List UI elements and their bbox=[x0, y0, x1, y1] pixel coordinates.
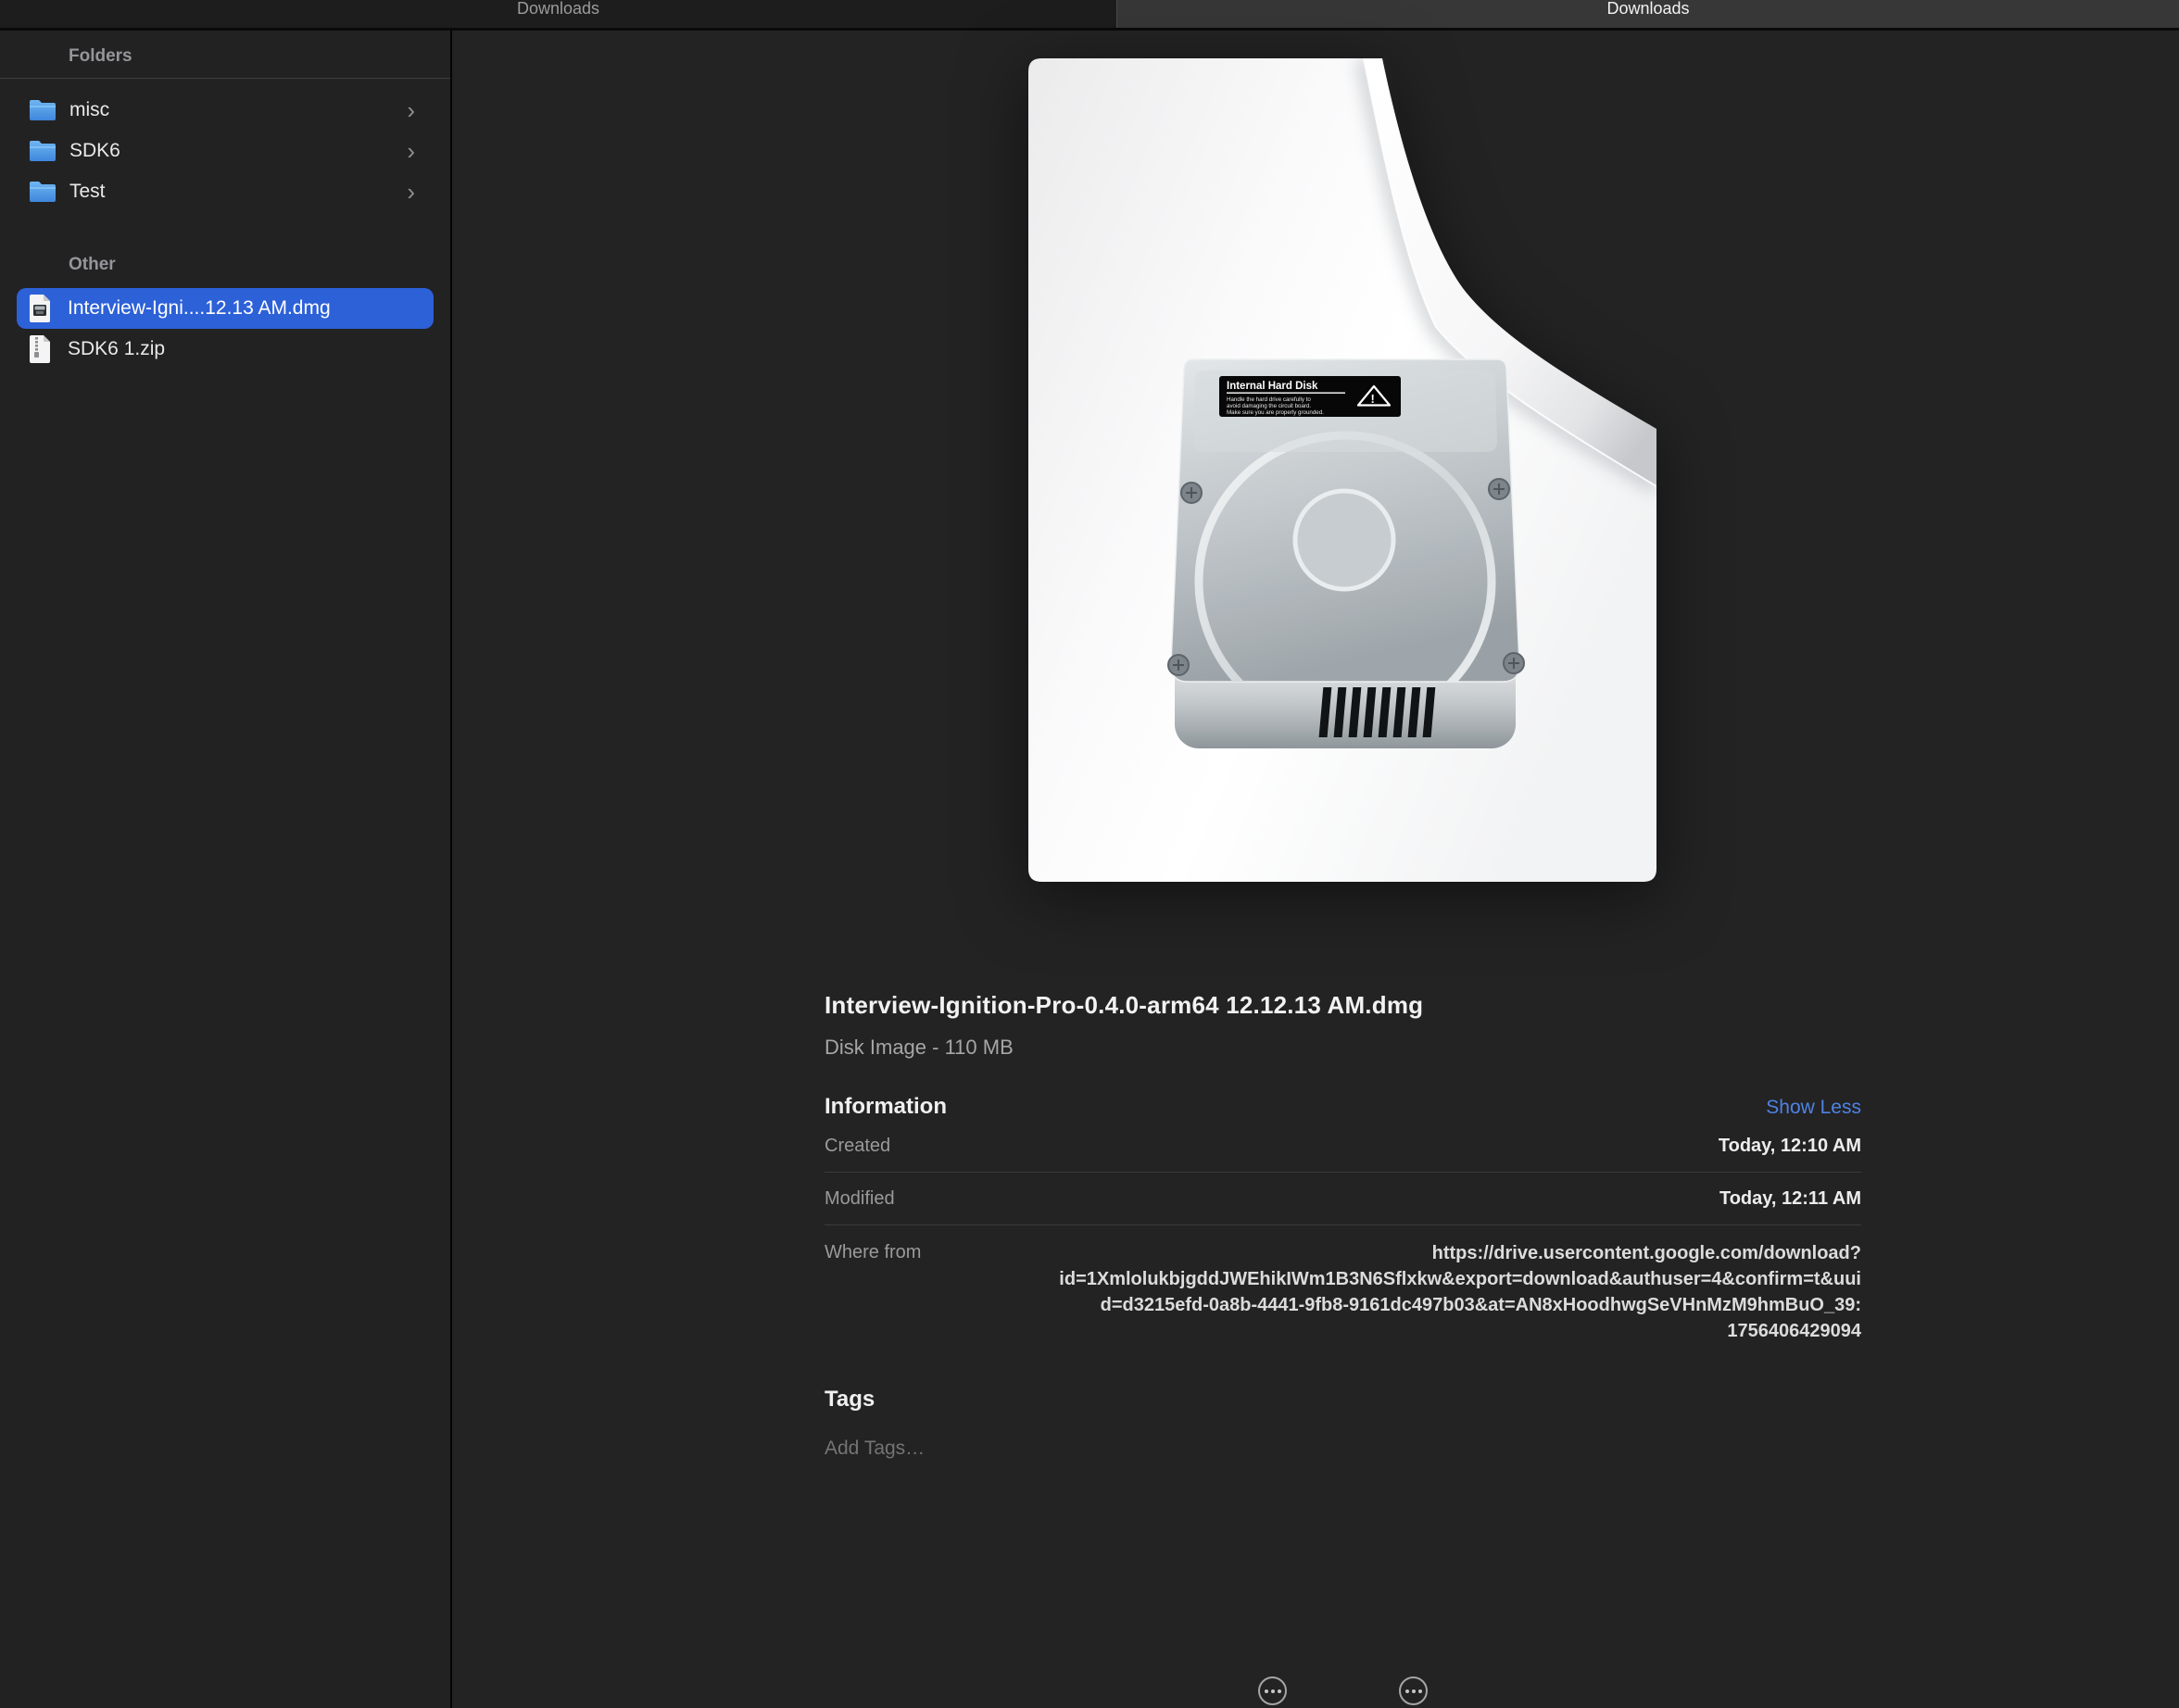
chevron-right-icon[interactable]: › bbox=[407, 101, 422, 119]
url-line: https://drive.usercontent.google.com/dow… bbox=[1059, 1240, 1861, 1266]
chevron-right-icon[interactable]: › bbox=[407, 182, 422, 201]
url-line: 1756406429094 bbox=[1059, 1318, 1861, 1344]
show-less-link[interactable]: Show Less bbox=[1766, 1097, 1861, 1119]
information-header: Information bbox=[825, 1094, 947, 1120]
url-line: d=d3215efd-0a8b-4441-9fb8-9161dc497b03&a… bbox=[1059, 1292, 1861, 1318]
dmg-preview-graphic: Internal Hard Disk Handle the hard drive… bbox=[1028, 58, 1656, 882]
info-label: Modified bbox=[825, 1188, 895, 1210]
ellipsis-icon bbox=[1271, 1689, 1275, 1693]
tab-label: Downloads bbox=[1606, 0, 1689, 19]
more-options-button[interactable] bbox=[1258, 1677, 1287, 1705]
sidebar-item-label: SDK6 bbox=[69, 140, 120, 162]
disk-label-line: Handle the hard drive carefully to bbox=[1227, 396, 1311, 403]
info-row-created: Created Today, 12:10 AM bbox=[825, 1120, 1861, 1173]
sidebar-item-label: Test bbox=[69, 181, 106, 203]
sidebar-item-test[interactable]: Test › bbox=[17, 171, 434, 212]
tab-downloads-inactive[interactable]: Downloads bbox=[0, 0, 1116, 28]
info-value: Today, 12:10 AM bbox=[1719, 1136, 1861, 1157]
disk-label-line: Make sure you are properly grounded. bbox=[1227, 409, 1324, 416]
zip-file-icon bbox=[28, 334, 52, 364]
disk-label-title: Internal Hard Disk bbox=[1227, 381, 1318, 392]
hard-disk-icon: Internal Hard Disk Handle the hard drive… bbox=[1168, 359, 1524, 748]
info-row-modified: Modified Today, 12:11 AM bbox=[825, 1173, 1861, 1225]
file-kind-size: Disk Image - 110 MB bbox=[825, 1036, 1861, 1060]
folder-icon bbox=[28, 98, 57, 122]
chevron-right-icon[interactable]: › bbox=[407, 142, 422, 160]
url-line: id=1XmlolukbjgddJWEhikIWm1B3N6Sflxkw&exp… bbox=[1059, 1266, 1861, 1292]
tab-downloads-active[interactable]: Downloads bbox=[1116, 0, 2179, 28]
dmg-file-icon bbox=[28, 294, 52, 323]
sidebar-section-other: Other bbox=[0, 212, 450, 288]
info-value: Today, 12:11 AM bbox=[1719, 1188, 1861, 1210]
disk-warning-label: Internal Hard Disk Handle the hard drive… bbox=[1219, 376, 1401, 417]
tags-header: Tags bbox=[825, 1387, 1861, 1413]
ellipsis-icon bbox=[1405, 1689, 1409, 1693]
finder-quicklook-window: { "window": { "tabs": [ { "label": "Down… bbox=[0, 0, 2179, 1708]
folder-icon bbox=[28, 139, 57, 163]
file-details: Interview-Ignition-Pro-0.4.0-arm64 12.12… bbox=[825, 991, 1861, 1460]
sidebar-item-label: Interview-Igni....12.13 AM.dmg bbox=[68, 297, 331, 320]
sidebar-section-folders: Folders bbox=[0, 31, 450, 78]
warning-exclamation: ! bbox=[1371, 392, 1375, 406]
sidebar-item-label: SDK6 1.zip bbox=[68, 338, 165, 360]
where-from-url[interactable]: https://drive.usercontent.google.com/dow… bbox=[1059, 1240, 1861, 1344]
tab-label: Downloads bbox=[517, 0, 599, 19]
info-row-where-from: Where from https://drive.usercontent.goo… bbox=[825, 1225, 1861, 1344]
sidebar-item-dmg-selected[interactable]: Interview-Igni....12.13 AM.dmg bbox=[17, 288, 434, 329]
sidebar-item-label: misc bbox=[69, 99, 109, 121]
file-preview-thumbnail[interactable]: Internal Hard Disk Handle the hard drive… bbox=[1028, 58, 1656, 882]
tab-bar: Downloads Downloads bbox=[0, 0, 2179, 31]
ellipsis-icon bbox=[1278, 1689, 1281, 1693]
info-label: Created bbox=[825, 1136, 890, 1157]
ellipsis-icon bbox=[1412, 1689, 1416, 1693]
sidebar-item-sdk6[interactable]: SDK6 › bbox=[17, 131, 434, 171]
sidebar-item-zip[interactable]: SDK6 1.zip bbox=[17, 329, 434, 370]
sidebar-item-misc[interactable]: misc › bbox=[17, 90, 434, 131]
ellipsis-icon bbox=[1265, 1689, 1268, 1693]
disk-label-line: avoid damaging the circuit board. bbox=[1227, 403, 1311, 409]
folder-icon bbox=[28, 180, 57, 204]
ellipsis-icon bbox=[1418, 1689, 1422, 1693]
sidebar: Folders misc › SDK6 › bbox=[0, 31, 452, 1708]
add-tags-field[interactable]: Add Tags… bbox=[825, 1438, 1861, 1460]
file-name: Interview-Ignition-Pro-0.4.0-arm64 12.12… bbox=[825, 991, 1861, 1020]
more-options-button[interactable] bbox=[1399, 1677, 1428, 1705]
info-label: Where from bbox=[825, 1240, 921, 1344]
